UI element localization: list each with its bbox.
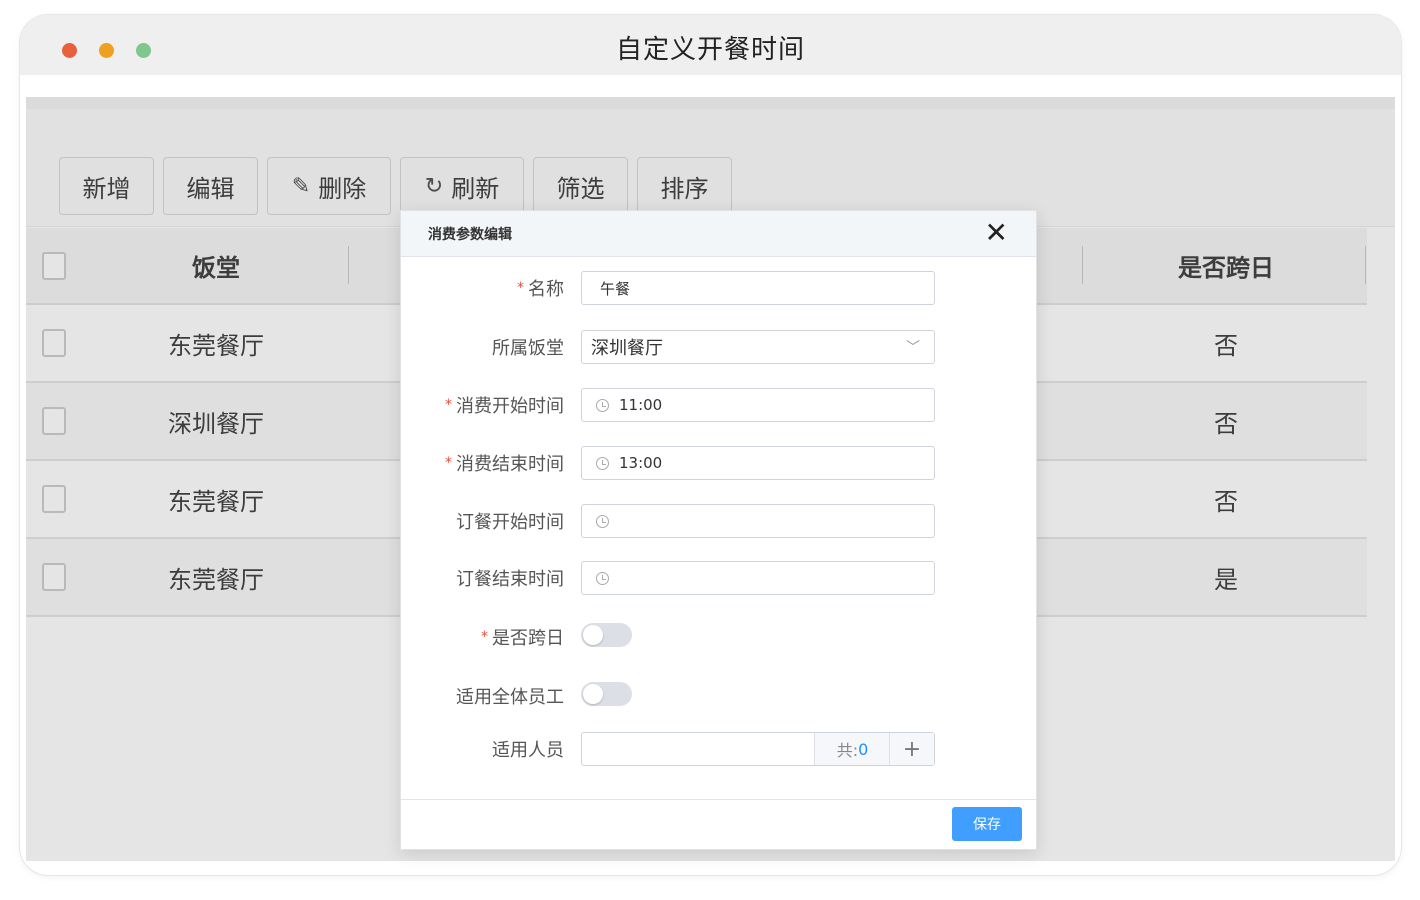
- required-mark: *: [445, 455, 452, 471]
- people-count: 共: 0: [814, 733, 890, 765]
- field-people: 适用人员 共: 0 +: [401, 732, 1036, 768]
- consume-start-label: * 消费开始时间: [445, 396, 564, 417]
- field-all-staff: 适用全体员工: [401, 679, 1036, 715]
- required-mark: *: [445, 397, 452, 413]
- field-order-start: 订餐开始时间: [401, 504, 1036, 540]
- field-name: * 名称 午餐: [401, 271, 1036, 307]
- dialog-title: 消费参数编辑: [428, 227, 512, 243]
- hall-select-value: 深圳餐厅: [591, 338, 663, 359]
- save-button[interactable]: 保存: [952, 807, 1022, 841]
- order-start-label: 订餐开始时间: [456, 512, 564, 533]
- consume-end-label: * 消费结束时间: [445, 454, 564, 475]
- clock-icon: [596, 514, 609, 528]
- consume-end-time-input[interactable]: 13:00: [581, 446, 935, 480]
- people-picker[interactable]: 共: 0 +: [581, 732, 935, 766]
- name-input[interactable]: 午餐: [581, 271, 935, 305]
- add-people-button[interactable]: +: [889, 733, 934, 765]
- field-cross-day: * 是否跨日: [401, 620, 1036, 656]
- title-bar: 自定义开餐时间: [20, 15, 1401, 75]
- edit-dialog: 消费参数编辑 ✕ * 名称 午餐 所属饭堂 深圳餐厅 ﹀ * 消费开始时间 11:0…: [400, 210, 1037, 850]
- close-icon[interactable]: ✕: [985, 217, 1008, 249]
- name-label: * 名称: [517, 279, 564, 300]
- order-end-label: 订餐结束时间: [456, 569, 564, 590]
- field-consume-end: * 消费结束时间 13:00: [401, 446, 1036, 482]
- field-consume-start: * 消费开始时间 11:00: [401, 388, 1036, 424]
- all-staff-label: 适用全体员工: [456, 687, 564, 708]
- cross-day-label: * 是否跨日: [481, 628, 564, 649]
- order-end-time-input[interactable]: [581, 561, 935, 595]
- clock-icon: [596, 456, 609, 470]
- chevron-down-icon: ﹀: [906, 340, 920, 356]
- window-title: 自定义开餐时间: [615, 35, 805, 65]
- consume-start-time-input[interactable]: 11:00: [581, 388, 935, 422]
- hall-label: 所属饭堂: [492, 338, 564, 359]
- clock-icon: [596, 571, 609, 585]
- field-order-end: 订餐结束时间: [401, 561, 1036, 597]
- dialog-header: 消费参数编辑 ✕: [401, 211, 1036, 257]
- clock-icon: [596, 398, 609, 412]
- dialog-footer-divider: [401, 799, 1036, 800]
- hall-select[interactable]: 深圳餐厅 ﹀: [581, 330, 935, 364]
- cross-day-toggle[interactable]: [581, 623, 632, 647]
- toggle-knob: [583, 625, 603, 645]
- order-start-time-input[interactable]: [581, 504, 935, 538]
- people-label: 适用人员: [492, 740, 564, 761]
- consume-end-value: 13:00: [619, 454, 663, 472]
- field-hall: 所属饭堂 深圳餐厅 ﹀: [401, 330, 1036, 366]
- all-staff-toggle[interactable]: [581, 682, 632, 706]
- toggle-knob: [583, 684, 603, 704]
- consume-start-value: 11:00: [619, 396, 663, 414]
- required-mark: *: [517, 280, 524, 296]
- required-mark: *: [481, 629, 488, 645]
